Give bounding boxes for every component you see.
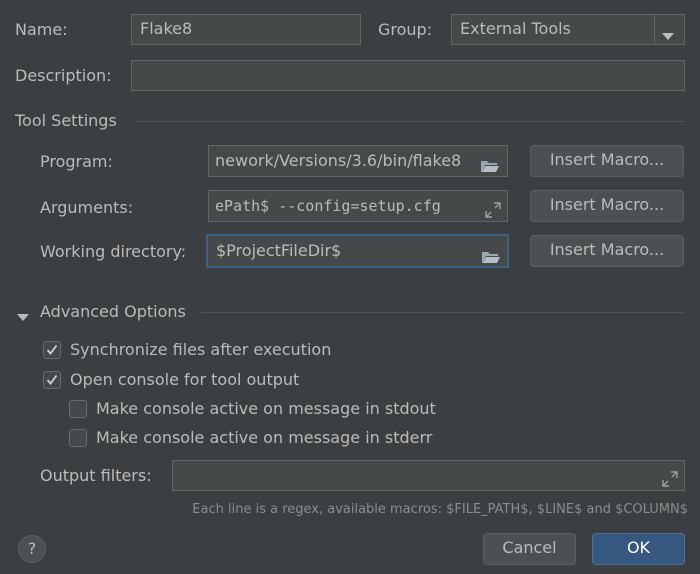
open-console-checkbox[interactable] [43, 371, 61, 389]
folder-icon[interactable] [480, 154, 500, 176]
collapse-triangle-icon[interactable] [17, 307, 29, 326]
help-button[interactable]: ? [18, 535, 46, 563]
console-active-stdout-label[interactable]: Make console active on message in stdout [96, 399, 436, 418]
name-input[interactable]: Flake8 [131, 14, 361, 45]
folder-icon[interactable] [481, 245, 501, 266]
ok-button[interactable]: OK [592, 533, 685, 565]
working-directory-input[interactable]: $ProjectFileDir$ [206, 234, 509, 268]
arguments-insert-macro-button[interactable]: Insert Macro... [530, 190, 684, 222]
program-value: nework/Versions/3.6/bin/flake8 [215, 151, 462, 170]
advanced-options-title[interactable]: Advanced Options [40, 302, 186, 321]
synchronize-files-label[interactable]: Synchronize files after execution [70, 340, 331, 359]
advanced-options-separator [201, 312, 685, 313]
working-directory-insert-macro-button[interactable]: Insert Macro... [530, 235, 684, 267]
console-active-stderr-checkbox[interactable] [69, 429, 87, 447]
arguments-label: Arguments: [40, 198, 134, 217]
arguments-input[interactable]: ePath$ --config=setup.cfg [208, 190, 508, 222]
cancel-button[interactable]: Cancel [483, 533, 576, 565]
arguments-value: ePath$ --config=setup.cfg [215, 197, 441, 215]
chevron-down-icon[interactable] [662, 26, 674, 45]
name-label: Name: [15, 20, 68, 39]
tool-settings-title: Tool Settings [15, 111, 117, 130]
output-filters-input[interactable] [172, 460, 685, 491]
program-insert-macro-button[interactable]: Insert Macro... [530, 145, 684, 177]
console-active-stderr-label[interactable]: Make console active on message in stderr [96, 428, 432, 447]
group-select[interactable]: External Tools [451, 14, 685, 45]
working-directory-value: $ProjectFileDir$ [216, 241, 342, 260]
console-active-stdout-checkbox[interactable] [69, 400, 87, 418]
open-console-label[interactable]: Open console for tool output [70, 370, 299, 389]
expand-icon[interactable] [662, 468, 678, 490]
description-input[interactable] [131, 60, 685, 91]
program-input[interactable]: nework/Versions/3.6/bin/flake8 [208, 145, 508, 177]
output-filters-label: Output filters: [40, 466, 152, 485]
output-filters-hint: Each line is a regex, available macros: … [192, 502, 688, 517]
synchronize-files-checkbox[interactable] [43, 341, 61, 359]
description-label: Description: [15, 66, 112, 85]
group-select-value: External Tools [460, 19, 571, 38]
expand-icon[interactable] [485, 199, 501, 221]
working-directory-label: Working directory: [40, 242, 187, 261]
program-label: Program: [40, 152, 113, 171]
group-label: Group: [378, 20, 433, 39]
tool-settings-separator [134, 121, 685, 122]
